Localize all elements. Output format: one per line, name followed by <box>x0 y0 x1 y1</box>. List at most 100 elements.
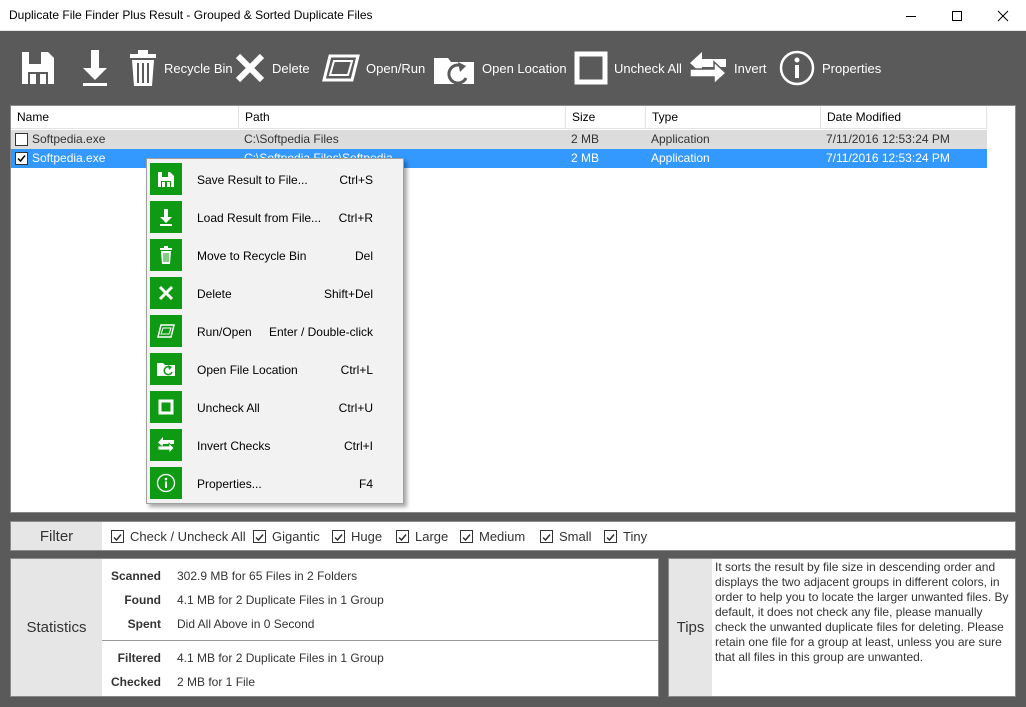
filter-item-label: Small <box>559 528 592 544</box>
cell-type: Application <box>651 151 710 165</box>
column-header-type[interactable]: Type <box>646 106 821 129</box>
menu-item-properties[interactable]: Properties... F4 <box>147 464 403 502</box>
open-run-icon <box>150 315 182 347</box>
open-location-label: Open Location <box>482 60 567 76</box>
filter-small[interactable]: Small <box>540 528 592 544</box>
download-icon <box>150 201 182 233</box>
filter-large[interactable]: Large <box>396 528 448 544</box>
menu-item-label: Open File Location <box>197 363 298 377</box>
stat-key-found: Found <box>124 593 161 607</box>
statistics-panel: Statistics Scanned 302.9 MB for 65 Files… <box>10 558 659 697</box>
filter-gigantic[interactable]: Gigantic <box>253 528 320 544</box>
invert-arrows-icon <box>689 52 728 86</box>
column-header-size[interactable]: Size <box>566 106 646 129</box>
menu-item-recycle-bin[interactable]: Move to Recycle Bin Del <box>147 236 403 274</box>
filter-medium[interactable]: Medium <box>460 528 525 544</box>
cell-date: 7/11/2016 12:53:24 PM <box>826 151 950 165</box>
filter-check-uncheck-all[interactable]: Check / Uncheck All <box>111 528 246 544</box>
table-row[interactable]: Softpedia.exe C:\Softpedia Files 2 MB Ap… <box>11 130 987 149</box>
folder-arrow-icon <box>150 353 182 385</box>
filter-checkbox[interactable] <box>111 529 124 543</box>
filter-huge[interactable]: Huge <box>332 528 382 544</box>
stat-key-checked: Checked <box>110 675 161 689</box>
invert-button[interactable]: Invert <box>688 43 767 93</box>
filter-bar: Filter Check / Uncheck All Gigantic Huge… <box>10 521 1016 551</box>
cell-size: 2 MB <box>571 132 600 146</box>
menu-item-label: Run/Open <box>197 325 252 339</box>
square-icon <box>574 51 608 85</box>
filter-checkbox[interactable] <box>396 529 409 543</box>
recycle-bin-button[interactable]: Recycle Bin <box>128 43 233 93</box>
info-icon <box>779 50 815 86</box>
properties-button[interactable]: Properties <box>778 43 881 93</box>
menu-item-shortcut: Ctrl+U <box>338 401 373 415</box>
x-icon <box>150 277 182 309</box>
checkmark-icon <box>255 533 264 541</box>
menu-item-shortcut: Shift+Del <box>323 287 373 301</box>
tips-panel: Tips It sorts the result by file size in… <box>668 558 1016 697</box>
menu-item-load-result[interactable]: Load Result from File... Ctrl+R <box>147 198 403 236</box>
recycle-bin-icon <box>130 50 156 86</box>
filter-checkbox[interactable] <box>540 529 553 543</box>
info-icon <box>150 467 182 499</box>
filter-checkbox[interactable] <box>604 529 617 543</box>
stat-key-spent: Spent <box>127 617 161 631</box>
row-checkbox[interactable] <box>15 133 28 146</box>
context-menu: Save Result to File... Ctrl+S Load Resul… <box>146 158 404 504</box>
filter-checkbox[interactable] <box>460 529 473 543</box>
table-header: Name Path Size Type Date Modified <box>11 106 987 129</box>
minimize-icon <box>906 15 916 17</box>
menu-item-uncheck-all[interactable]: Uncheck All Ctrl+U <box>147 388 403 426</box>
invert-arrows-icon <box>150 429 182 461</box>
maximize-icon <box>952 10 962 21</box>
open-run-icon <box>322 54 360 82</box>
row-checkbox[interactable] <box>15 152 28 165</box>
window-title: Duplicate File Finder Plus Result - Grou… <box>9 8 373 22</box>
menu-item-shortcut: F4 <box>358 477 373 491</box>
open-location-button[interactable]: Open Location <box>432 43 567 93</box>
menu-item-delete[interactable]: Delete Shift+Del <box>147 274 403 312</box>
invert-label: Invert <box>734 60 767 76</box>
checkmark-icon <box>398 533 407 541</box>
uncheck-all-button[interactable]: Uncheck All <box>574 43 682 93</box>
cell-type: Application <box>651 132 710 146</box>
filter-item-label: Huge <box>351 528 383 544</box>
filter-checkbox[interactable] <box>253 529 266 543</box>
menu-item-shortcut: Ctrl+S <box>339 173 373 187</box>
recycle-bin-icon <box>150 239 182 271</box>
menu-item-shortcut: Del <box>354 249 373 263</box>
filter-item-label: Gigantic <box>272 528 320 544</box>
menu-item-label: Delete <box>197 287 232 301</box>
delete-button[interactable]: Delete <box>234 43 310 93</box>
maximize-button[interactable] <box>934 0 980 31</box>
column-header-name[interactable]: Name <box>11 106 239 129</box>
menu-item-shortcut: Enter / Double-click <box>268 325 373 339</box>
menu-item-label: Properties... <box>197 477 262 491</box>
menu-item-open-location[interactable]: Open File Location Ctrl+L <box>147 350 403 388</box>
checkmark-icon <box>462 533 471 541</box>
open-run-button[interactable]: Open/Run <box>322 43 425 93</box>
minimize-button[interactable] <box>888 0 934 31</box>
filter-checkbox[interactable] <box>332 529 345 543</box>
filter-tiny[interactable]: Tiny <box>604 528 647 544</box>
checkmark-icon <box>113 533 122 541</box>
checkmark-icon <box>606 533 615 541</box>
load-button[interactable] <box>80 43 110 93</box>
close-button[interactable] <box>980 0 1026 31</box>
column-header-path[interactable]: Path <box>239 106 566 129</box>
tips-text: It sorts the result by file size in desc… <box>715 560 1009 664</box>
menu-item-save-result[interactable]: Save Result to File... Ctrl+S <box>147 160 403 198</box>
menu-item-label: Save Result to File... <box>197 173 308 187</box>
stat-value-spent: Did All Above in 0 Second <box>177 617 315 631</box>
menu-item-run-open[interactable]: Run/Open Enter / Double-click <box>147 312 403 350</box>
checkmark-icon <box>17 155 26 163</box>
menu-item-shortcut: Ctrl+L <box>340 363 373 377</box>
filter-item-label: Medium <box>479 528 526 544</box>
cell-path: C:\Softpedia Files <box>244 132 339 146</box>
column-header-date[interactable]: Date Modified <box>821 106 987 129</box>
menu-item-invert-checks[interactable]: Invert Checks Ctrl+I <box>147 426 403 464</box>
save-button[interactable] <box>20 43 56 93</box>
menu-item-label: Invert Checks <box>197 439 271 453</box>
menu-item-shortcut: Ctrl+I <box>343 439 373 453</box>
save-icon <box>22 52 54 84</box>
